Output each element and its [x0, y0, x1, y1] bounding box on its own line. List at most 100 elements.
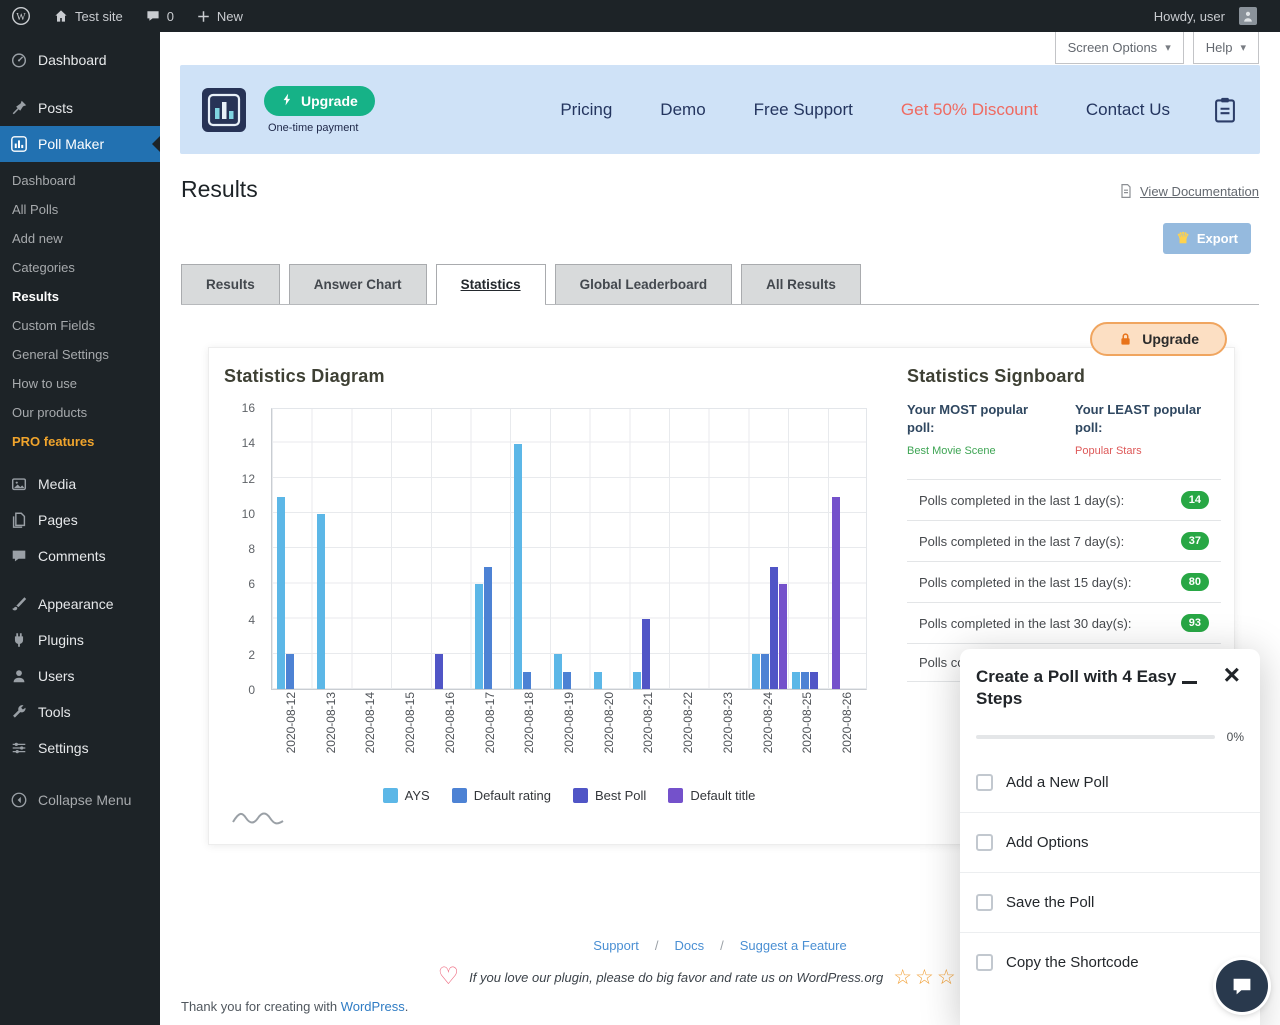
signboard-row: Polls completed in the last 30 day(s):93	[907, 603, 1221, 644]
legend-swatch	[573, 788, 588, 803]
sidebar-item-label: Appearance	[38, 595, 114, 613]
sidebar-item-comments[interactable]: Comments	[0, 538, 160, 574]
page-head: Results View Documentation	[181, 176, 1259, 203]
one-time-payment-label: One-time payment	[264, 122, 358, 134]
crown-icon: ♛	[1176, 231, 1189, 246]
promo-banner: Upgrade One-time payment Pricing Demo Free…	[180, 65, 1260, 154]
sidebar-item-dashboard[interactable]: Dashboard	[0, 42, 160, 78]
chart-category-group	[351, 409, 391, 689]
site-name-link[interactable]: Test site	[42, 0, 134, 32]
banner-nav-demo[interactable]: Demo	[660, 100, 705, 120]
submenu-item-custom-fields[interactable]: Custom Fields	[0, 311, 160, 340]
legend-label: Default rating	[474, 788, 551, 803]
signboard-row: Polls completed in the last 7 day(s):37	[907, 521, 1221, 562]
legend-swatch	[668, 788, 683, 803]
y-tick-label: 6	[248, 577, 255, 591]
bar-ays	[554, 654, 562, 689]
slash-separator: /	[655, 938, 659, 953]
star-icon[interactable]: ☆	[937, 966, 959, 989]
export-button[interactable]: ♛ Export	[1163, 223, 1251, 254]
count-badge: 14	[1181, 491, 1209, 509]
tab-global-leaderboard[interactable]: Global Leaderboard	[555, 264, 733, 304]
poll-maker-submenu: DashboardAll PollsAdd newCategoriesResul…	[0, 162, 160, 466]
most-popular-block: Your MOST popular poll: Best Movie Scene	[907, 401, 1053, 457]
banner-nav-contact-us[interactable]: Contact Us	[1086, 100, 1170, 120]
wordpress-link[interactable]: WordPress	[341, 999, 405, 1014]
collapse-menu-button[interactable]: Collapse Menu	[0, 782, 160, 818]
wordpress-logo[interactable]: W	[0, 0, 42, 32]
bar-best-poll	[642, 619, 650, 689]
submenu-item-our-products[interactable]: Our products	[0, 398, 160, 427]
checkbox[interactable]	[976, 834, 993, 851]
chart-category-group	[549, 409, 589, 689]
footer-link-suggest-a-feature[interactable]: Suggest a Feature	[740, 938, 847, 953]
sidebar-item-poll-maker[interactable]: Poll Maker	[0, 126, 160, 162]
checkbox[interactable]	[976, 894, 993, 911]
banner-nav-get-50-discount[interactable]: Get 50% Discount	[901, 100, 1038, 120]
clipboard-icon[interactable]	[1212, 96, 1238, 124]
submenu-item-add-new[interactable]: Add new	[0, 224, 160, 253]
submenu-item-categories[interactable]: Categories	[0, 253, 160, 282]
screen-options-button[interactable]: Screen Options ▾	[1055, 32, 1184, 64]
tab-answer-chart[interactable]: Answer Chart	[289, 264, 427, 304]
bar-default-rating	[523, 672, 531, 690]
view-documentation-link[interactable]: View Documentation	[1118, 183, 1259, 199]
help-label: Help	[1206, 40, 1233, 55]
new-menu[interactable]: New	[185, 0, 254, 32]
help-button[interactable]: Help ▾	[1193, 32, 1259, 64]
banner-nav: Pricing Demo Free Support Get 50% Discount C…	[560, 100, 1170, 120]
submenu-item-dashboard[interactable]: Dashboard	[0, 166, 160, 195]
sidebar-item-users[interactable]: Users	[0, 658, 160, 694]
sidebar-item-tools[interactable]: Tools	[0, 694, 160, 730]
checkbox[interactable]	[976, 954, 993, 971]
sidebar-item-plugins[interactable]: Plugins	[0, 622, 160, 658]
chart-title: Statistics Diagram	[224, 366, 385, 387]
star-icon[interactable]: ☆	[915, 966, 937, 989]
sidebar-item-settings[interactable]: Settings	[0, 730, 160, 766]
y-tick-label: 2	[248, 648, 255, 662]
svg-text:W: W	[16, 12, 26, 23]
close-icon[interactable]: ×	[1224, 661, 1240, 689]
sidebar-item-media[interactable]: Media	[0, 466, 160, 502]
comments-indicator[interactable]: 0	[134, 0, 185, 32]
sidebar-item-appearance[interactable]: Appearance	[0, 586, 160, 622]
wizard-step: Add a New Poll	[960, 752, 1260, 812]
upgrade-pro-button[interactable]: Upgrade	[1090, 322, 1227, 356]
chat-widget-button[interactable]	[1216, 960, 1268, 1012]
x-tick-label: 2020-08-22	[682, 692, 694, 753]
x-tick-label: 2020-08-26	[841, 692, 853, 753]
sidebar-item-posts[interactable]: Posts	[0, 90, 160, 126]
appearance-icon	[9, 594, 29, 614]
wordpress-admin-page: W Test site 0 New Howdy, user	[0, 0, 1280, 1025]
tab-results[interactable]: Results	[181, 264, 280, 304]
banner-nav-pricing[interactable]: Pricing	[560, 100, 612, 120]
submenu-item-how-to-use[interactable]: How to use	[0, 369, 160, 398]
submenu-item-all-polls[interactable]: All Polls	[0, 195, 160, 224]
chart-category-group	[707, 409, 747, 689]
poll-maker-logo	[202, 88, 246, 132]
minimize-icon[interactable]	[1182, 681, 1197, 684]
heart-icon: ♡	[438, 965, 460, 989]
wizard-step: Add Options	[960, 812, 1260, 872]
footer-link-support[interactable]: Support	[593, 938, 639, 953]
banner-upgrade-button[interactable]: Upgrade	[264, 86, 375, 116]
progress-bar	[976, 735, 1215, 739]
submenu-item-general-settings[interactable]: General Settings	[0, 340, 160, 369]
legend-label: Default title	[690, 788, 755, 803]
submenu-item-pro-features[interactable]: PRO features	[0, 427, 160, 456]
submenu-item-results[interactable]: Results	[0, 282, 160, 311]
bar-default-rating	[801, 672, 809, 690]
users-icon	[9, 666, 29, 686]
sidebar-item-pages[interactable]: Pages	[0, 502, 160, 538]
banner-nav-free-support[interactable]: Free Support	[754, 100, 853, 120]
upgrade-block: Upgrade One-time payment	[264, 86, 375, 134]
checkbox[interactable]	[976, 774, 993, 791]
most-popular-value: Best Movie Scene	[907, 445, 1053, 457]
y-tick-label: 8	[248, 542, 255, 556]
tab-statistics[interactable]: Statistics	[436, 264, 546, 304]
star-icon[interactable]: ☆	[893, 966, 915, 989]
howdy-menu[interactable]: Howdy, user	[1143, 7, 1268, 25]
tab-all-results[interactable]: All Results	[741, 264, 861, 304]
y-tick-label: 12	[242, 472, 255, 486]
footer-link-docs[interactable]: Docs	[674, 938, 704, 953]
